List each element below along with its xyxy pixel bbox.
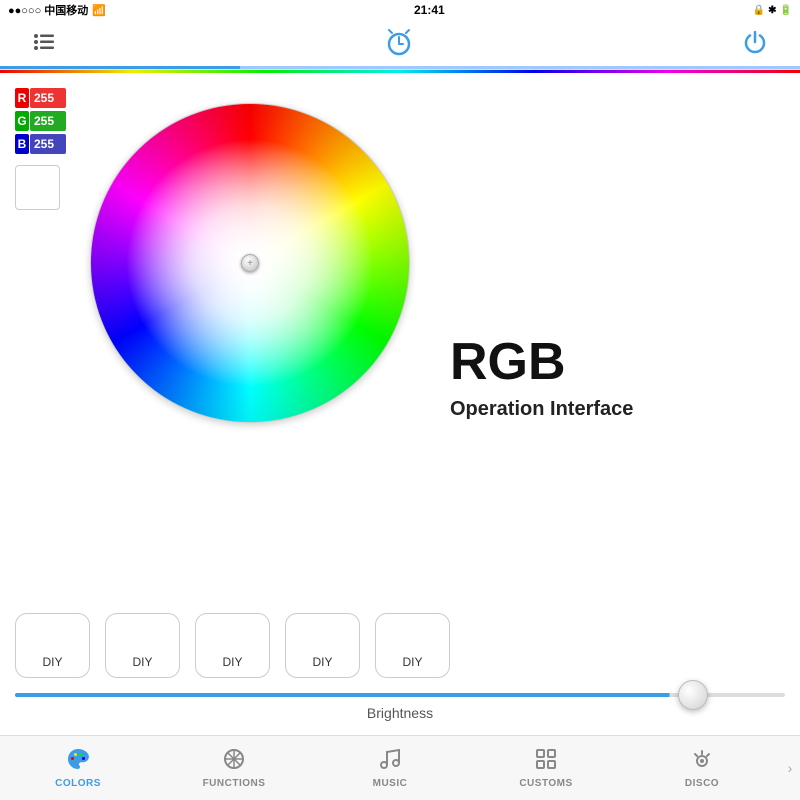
tab-bar: COLORS FUNCTIONS MUSIC — [0, 735, 800, 800]
power-icon[interactable] — [740, 27, 770, 62]
r-label: R — [15, 88, 29, 108]
bluetooth-icon: ✱ — [768, 5, 776, 16]
diy-section: DIY DIY DIY DIY DIY — [0, 603, 800, 678]
status-bar: ●●○○○ 中国移动 📶 21:41 🔒 ✱ 🔋 — [0, 0, 800, 20]
main-content: R 255 G 255 B 255 + RGB Operation Interf… — [0, 73, 800, 603]
tab-functions[interactable]: FUNCTIONS — [156, 736, 312, 800]
status-time: 21:41 — [414, 3, 445, 17]
diy-button-4[interactable]: DIY — [285, 613, 360, 678]
diy-button-2[interactable]: DIY — [105, 613, 180, 678]
tab-colors[interactable]: COLORS — [0, 736, 156, 800]
g-row: G 255 — [15, 111, 66, 131]
brightness-label: Brightness — [15, 705, 785, 721]
brightness-section: Brightness — [0, 678, 800, 726]
color-preview — [15, 165, 60, 210]
battery-icon: 🔋 — [780, 5, 792, 16]
tab-music-label: MUSIC — [373, 778, 408, 789]
diy-button-5[interactable]: DIY — [375, 613, 450, 678]
alarm-icon[interactable] — [384, 27, 414, 62]
disco-icon — [690, 747, 714, 775]
color-wheel-container[interactable]: + — [90, 103, 430, 443]
b-label: B — [15, 134, 29, 154]
b-row: B 255 — [15, 134, 66, 154]
g-value: 255 — [30, 111, 66, 131]
b-value: 255 — [30, 134, 66, 154]
main-title: RGB — [450, 336, 566, 388]
wifi-icon: 📶 — [92, 4, 106, 17]
tab-customs-label: CUSTOMS — [519, 778, 572, 789]
customs-icon — [534, 747, 558, 775]
r-row: R 255 — [15, 88, 66, 108]
color-wheel[interactable]: + — [90, 103, 410, 423]
tab-next-arrow[interactable]: › — [780, 736, 800, 800]
nav-bar — [0, 20, 800, 70]
tab-customs[interactable]: CUSTOMS — [468, 736, 624, 800]
r-value: 255 — [30, 88, 66, 108]
music-icon — [378, 747, 402, 775]
tab-colors-label: COLORS — [55, 778, 101, 789]
carrier-text: ●●○○○ 中国移动 — [8, 2, 88, 18]
tab-functions-label: FUNCTIONS — [203, 778, 266, 789]
tab-music[interactable]: MUSIC — [312, 736, 468, 800]
brightness-thumb[interactable] — [678, 680, 708, 710]
status-carrier: ●●○○○ 中国移动 📶 — [8, 2, 106, 18]
colors-icon — [66, 747, 90, 775]
menu-button[interactable] — [30, 28, 58, 61]
status-right: 🔒 ✱ 🔋 — [753, 5, 792, 16]
right-text-panel: RGB Operation Interface — [430, 83, 785, 593]
functions-icon — [222, 747, 246, 775]
g-label: G — [15, 111, 29, 131]
wheel-center-handle[interactable]: + — [241, 254, 259, 272]
diy-button-1[interactable]: DIY — [15, 613, 90, 678]
lock-icon: 🔒 — [753, 5, 765, 16]
left-panel: R 255 G 255 B 255 — [15, 83, 80, 593]
brightness-track[interactable] — [15, 693, 785, 697]
subtitle-text: Operation Interface — [450, 398, 633, 421]
diy-button-3[interactable]: DIY — [195, 613, 270, 678]
tab-disco-label: DISCO — [685, 778, 719, 789]
tab-disco[interactable]: DISCO — [624, 736, 780, 800]
